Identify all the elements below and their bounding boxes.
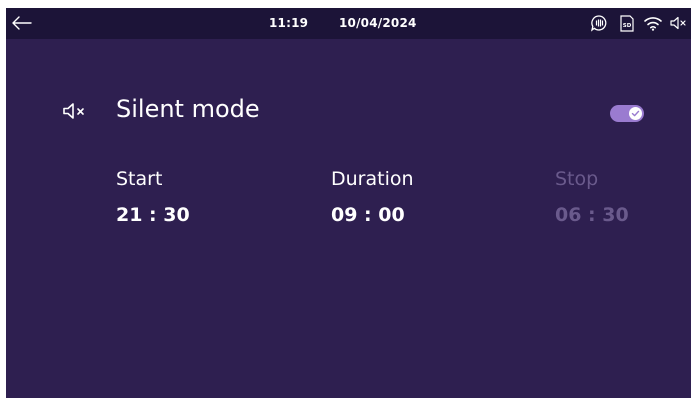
- silent-mode-title: Silent mode: [116, 95, 260, 123]
- silent-mode-toggle[interactable]: [610, 105, 644, 122]
- stop-time-value: 06 : 30: [555, 204, 629, 226]
- sd-card-icon: SD: [620, 14, 634, 32]
- mute-icon: [670, 14, 688, 32]
- status-time: 11:19: [269, 16, 309, 30]
- back-button[interactable]: [9, 12, 35, 34]
- screen: 11:19 10/04/2024 SD Silent mode Start 21…: [6, 8, 691, 398]
- intercom-icon: [590, 14, 608, 32]
- duration-label: Duration: [331, 168, 414, 190]
- start-label: Start: [116, 168, 163, 190]
- back-arrow-icon: [12, 16, 32, 30]
- start-time-value[interactable]: 21 : 30: [116, 204, 190, 226]
- wifi-icon: [644, 14, 662, 32]
- stop-label: Stop: [555, 168, 599, 190]
- speaker-muted-icon: [62, 101, 90, 121]
- duration-value[interactable]: 09 : 00: [331, 204, 405, 226]
- toggle-knob: [629, 107, 642, 120]
- status-bar: 11:19 10/04/2024 SD: [6, 8, 691, 39]
- status-date: 10/04/2024: [339, 16, 417, 30]
- check-icon: [631, 110, 640, 117]
- svg-text:SD: SD: [623, 23, 632, 29]
